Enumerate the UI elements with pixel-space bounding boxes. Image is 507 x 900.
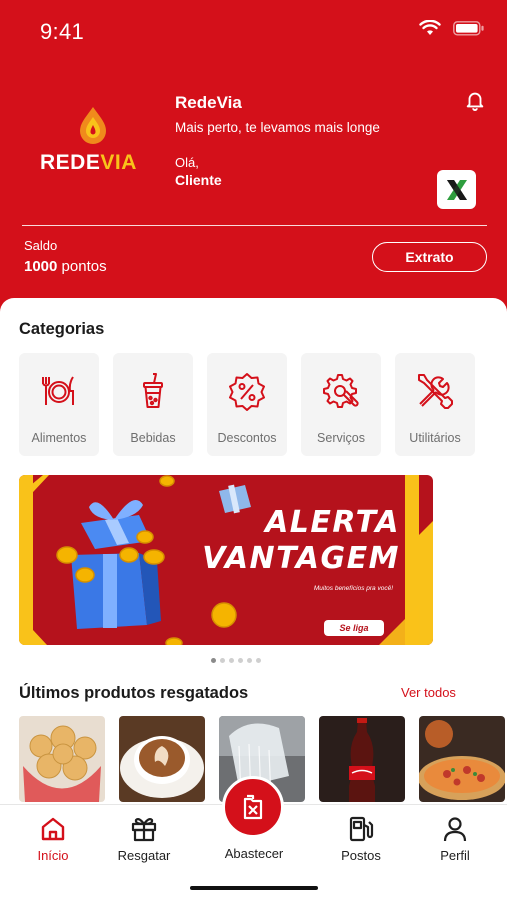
refuel-fab-button[interactable] [222, 776, 284, 838]
recent-title: Últimos produtos resgatados [19, 684, 249, 702]
carousel-dot[interactable] [229, 658, 234, 663]
gift-box-illustration [71, 500, 161, 629]
category-label: Descontos [217, 431, 277, 445]
nav-stations[interactable]: Postos [321, 815, 401, 863]
category-utilities[interactable]: Utilitários [395, 353, 475, 456]
brand-title: RedeVia [175, 93, 242, 112]
category-discounts[interactable]: Descontos [207, 353, 287, 456]
logo-wordmark: REDEVIA [40, 151, 137, 174]
carousel-dot[interactable] [256, 658, 261, 663]
see-all-link[interactable]: Ver todos [401, 685, 456, 700]
nav-profile[interactable]: Perfil [415, 815, 495, 863]
banner-cta-button[interactable]: Se liga [324, 620, 384, 636]
categories-title: Categorias [19, 320, 105, 338]
status-icons [419, 20, 485, 36]
nav-label: Postos [341, 848, 381, 863]
nav-label: Perfil [440, 848, 470, 863]
product-thumb-pao-de-queijo[interactable] [19, 716, 105, 802]
product-thumb-coca-cola[interactable] [319, 716, 405, 802]
categories-list: Alimentos Bebidas Descontos Serviços Uti… [19, 353, 475, 456]
status-time: 9:41 [40, 19, 85, 44]
banner-title: ALERTA VANTAGEM [202, 505, 400, 576]
header: 9:41 REDEVIA RedeVia Mais perto, te leva… [0, 0, 507, 330]
statement-button[interactable]: Extrato [372, 242, 487, 272]
nav-label: Resgatar [117, 848, 171, 863]
refuel-label: Abastecer [224, 846, 284, 861]
brand-tagline: Mais perto, te levamos mais longe [175, 120, 380, 135]
greeting: Olá, [175, 155, 199, 170]
home-indicator [190, 886, 318, 890]
carousel-dot[interactable] [211, 658, 216, 663]
carousel-dot[interactable] [220, 658, 225, 663]
banner-subtitle: Muitos benefícios pra você! [313, 585, 393, 592]
product-thumb-cappuccino[interactable] [119, 716, 205, 802]
fuel-can-icon [243, 794, 263, 820]
product-thumb-pizza[interactable] [419, 716, 505, 802]
nav-home[interactable]: Início [13, 815, 93, 863]
user-icon [443, 817, 467, 842]
partner-logo[interactable] [437, 170, 476, 209]
header-divider [22, 225, 487, 226]
category-label: Utilitários [409, 431, 461, 445]
fork-plate-knife-icon [42, 376, 74, 405]
balance-label: Saldo [24, 238, 58, 253]
promo-banner[interactable]: ALERTA VANTAGEM Muitos benefícios pra vo… [19, 475, 433, 645]
category-label: Alimentos [31, 431, 87, 445]
bell-icon[interactable] [464, 89, 486, 111]
tools-icon [418, 374, 453, 409]
fuel-station-icon [349, 816, 374, 842]
category-label: Bebidas [130, 431, 176, 445]
gear-wrench-icon [323, 374, 359, 408]
flame-drop-icon [80, 107, 106, 144]
balance-value: 1000 pontos [24, 258, 107, 275]
carousel-dots [211, 658, 261, 663]
carousel-dot[interactable] [247, 658, 252, 663]
carousel-dot[interactable] [238, 658, 243, 663]
redevia-logo: REDEVIA [38, 105, 148, 180]
category-label: Serviços [317, 431, 365, 445]
cup-straw-icon [143, 373, 163, 408]
category-food[interactable]: Alimentos [19, 353, 99, 456]
nav-redeem[interactable]: Resgatar [104, 815, 184, 863]
user-name: Cliente [175, 172, 222, 188]
home-icon [41, 817, 65, 841]
nav-label: Início [37, 848, 69, 863]
percent-badge-icon [229, 373, 265, 411]
battery-icon [453, 20, 484, 36]
x-logo-icon [446, 179, 467, 200]
category-services[interactable]: Serviços [301, 353, 381, 456]
wifi-icon [419, 20, 441, 35]
gift-icon [131, 818, 157, 842]
category-drinks[interactable]: Bebidas [113, 353, 193, 456]
